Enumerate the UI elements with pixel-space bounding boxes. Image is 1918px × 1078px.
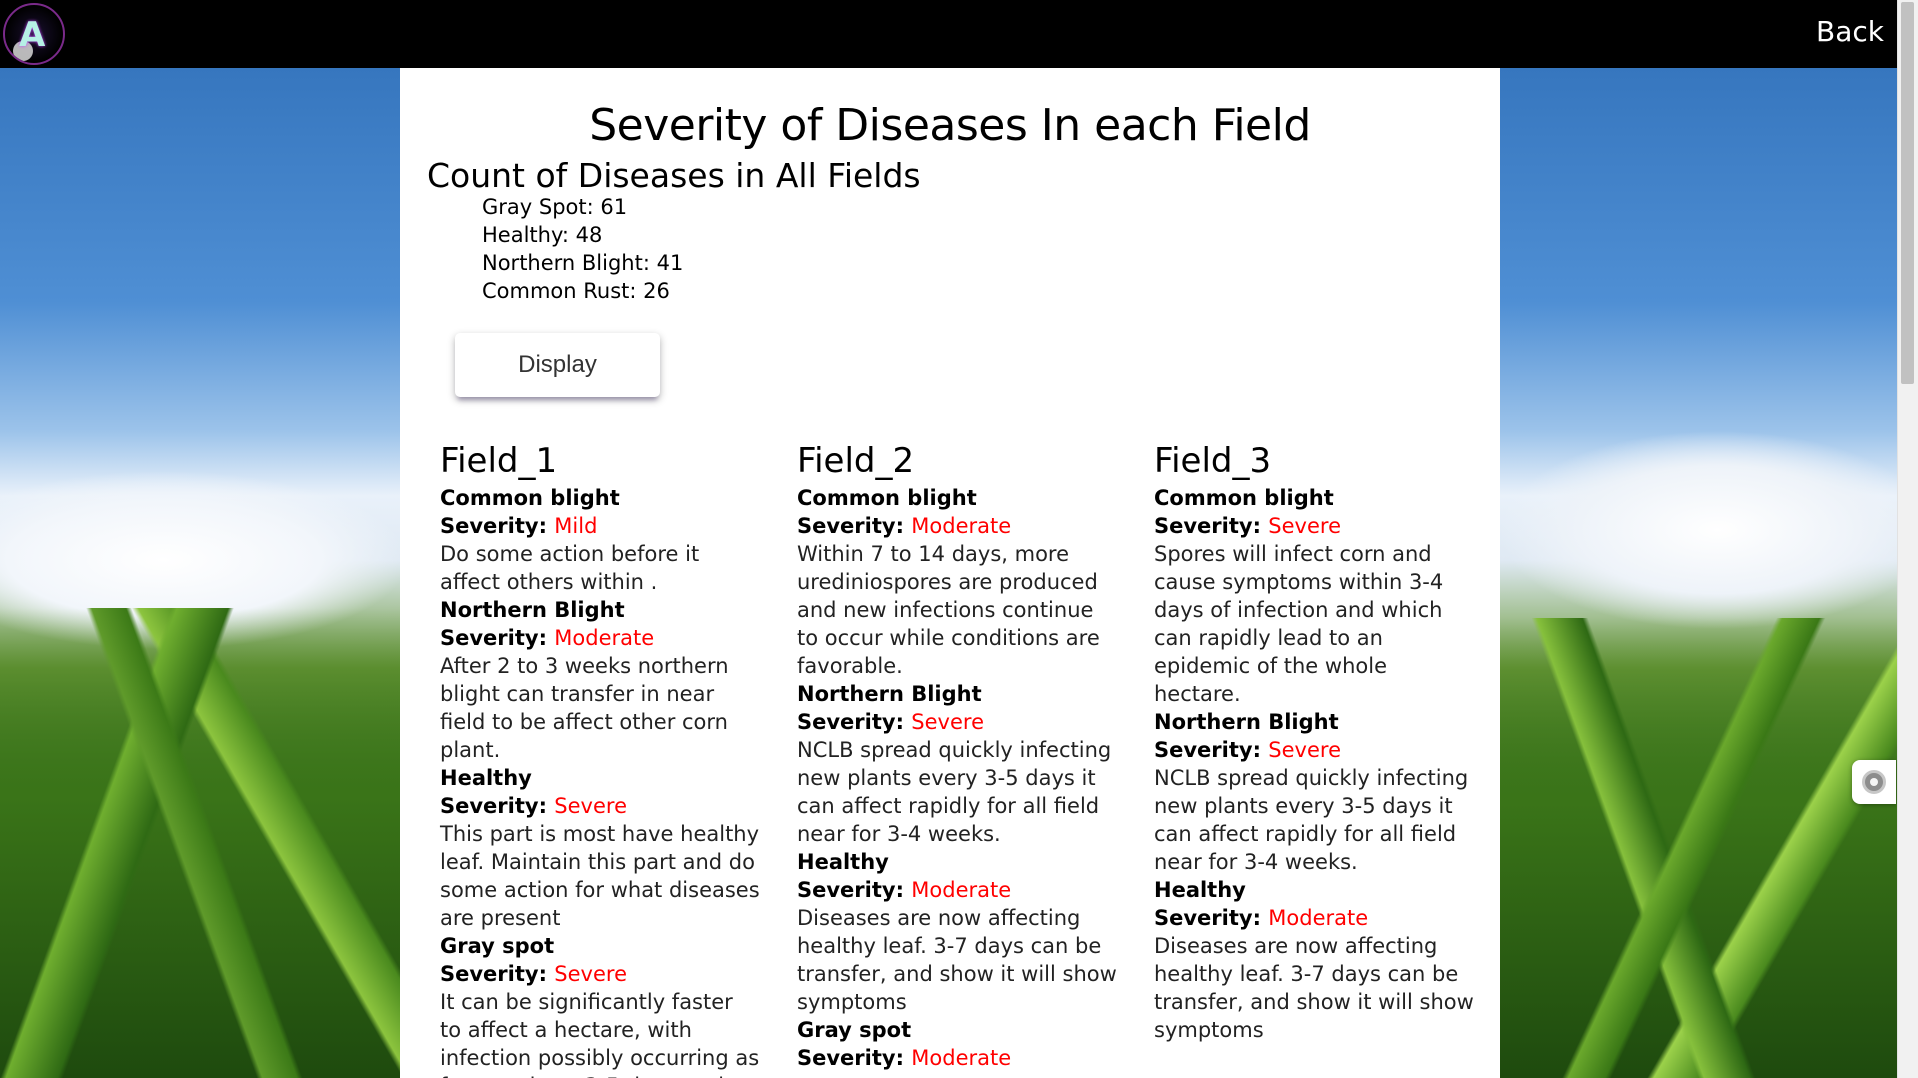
field-title: Field_3 bbox=[1154, 441, 1272, 481]
severity-value: Moderate bbox=[911, 514, 1012, 538]
severity-value: Severe bbox=[554, 962, 627, 986]
widget-ring-icon bbox=[1862, 770, 1886, 794]
disease-description: Within 7 to 14 days, more urediniospores… bbox=[797, 542, 1100, 678]
severity-label: Severity: bbox=[797, 878, 904, 902]
disease-description: After 2 to 3 weeks northern blight can t… bbox=[440, 654, 729, 762]
count-item: Common Rust: 26 bbox=[482, 279, 670, 303]
severity-label: Severity: bbox=[797, 1046, 904, 1070]
severity-value: Severe bbox=[554, 794, 627, 818]
severity-line: Severity: Moderate bbox=[797, 876, 1117, 904]
severity-line: Severity: Moderate bbox=[1154, 904, 1474, 932]
field-column-2: Field_2 Common blight Severity: Moderate… bbox=[797, 440, 1117, 1072]
severity-label: Severity: bbox=[440, 626, 547, 650]
field-title: Field_1 bbox=[440, 441, 558, 481]
top-navbar: A Back bbox=[0, 0, 1898, 68]
disease-count-list: Gray Spot: 61 Healthy: 48 Northern Bligh… bbox=[482, 193, 683, 305]
field-column-3: Field_3 Common blight Severity: Severe S… bbox=[1154, 440, 1474, 1044]
disease-name: Common blight bbox=[440, 486, 620, 510]
app-logo-icon[interactable]: A bbox=[3, 3, 65, 65]
background-corn-right bbox=[1500, 618, 1900, 1078]
severity-value: Moderate bbox=[1268, 906, 1369, 930]
severity-line: Severity: Severe bbox=[797, 708, 1117, 736]
disease-name: Healthy bbox=[797, 850, 889, 874]
background-cloud-right bbox=[1498, 430, 1898, 630]
disease-description: It can be significantly faster to affect… bbox=[440, 990, 760, 1078]
severity-line: Severity: Mild bbox=[440, 512, 760, 540]
severity-label: Severity: bbox=[1154, 738, 1261, 762]
disease-name: Healthy bbox=[440, 766, 532, 790]
severity-label: Severity: bbox=[1154, 906, 1261, 930]
severity-line: Severity: Moderate bbox=[440, 624, 760, 652]
disease-name: Northern Blight bbox=[440, 598, 625, 622]
field-column-1: Field_1 Common blight Severity: Mild Do … bbox=[440, 440, 760, 1078]
page-title: Severity of Diseases In each Field bbox=[589, 100, 1311, 151]
severity-value: Severe bbox=[1268, 738, 1341, 762]
count-item: Gray Spot: 61 bbox=[482, 195, 628, 219]
disease-name: Gray spot bbox=[797, 1018, 912, 1042]
page-scrollbar[interactable] bbox=[1897, 0, 1918, 1078]
severity-label: Severity: bbox=[440, 514, 547, 538]
scrollbar-thumb[interactable] bbox=[1901, 2, 1914, 384]
disease-description: Diseases are now affecting healthy leaf.… bbox=[797, 906, 1117, 1014]
severity-value: Severe bbox=[1268, 514, 1341, 538]
count-title: Count of Diseases in All Fields bbox=[427, 156, 921, 195]
severity-label: Severity: bbox=[440, 962, 547, 986]
severity-value: Mild bbox=[554, 514, 598, 538]
severity-line: Severity: Severe bbox=[1154, 736, 1474, 764]
fields-container: Field_1 Common blight Severity: Mild Do … bbox=[440, 440, 1500, 1078]
severity-value: Moderate bbox=[911, 1046, 1012, 1070]
severity-value: Moderate bbox=[554, 626, 655, 650]
count-item: Northern Blight: 41 bbox=[482, 251, 684, 275]
severity-value: Severe bbox=[911, 710, 984, 734]
severity-line: Severity: Moderate bbox=[797, 1044, 1117, 1072]
severity-label: Severity: bbox=[797, 514, 904, 538]
background-corn-left bbox=[0, 608, 400, 1078]
disease-name: Healthy bbox=[1154, 878, 1246, 902]
severity-line: Severity: Severe bbox=[1154, 512, 1474, 540]
severity-value: Moderate bbox=[911, 878, 1012, 902]
severity-label: Severity: bbox=[1154, 514, 1261, 538]
disease-name: Northern Blight bbox=[797, 682, 982, 706]
disease-description: Do some action before it affect others w… bbox=[440, 542, 700, 594]
severity-line: Severity: Severe bbox=[440, 960, 760, 988]
disease-name: Gray spot bbox=[440, 934, 555, 958]
disease-description: This part is most have healthy leaf. Mai… bbox=[440, 822, 760, 930]
back-link[interactable]: Back bbox=[1816, 15, 1884, 48]
severity-label: Severity: bbox=[797, 710, 904, 734]
severity-label: Severity: bbox=[440, 794, 547, 818]
display-button[interactable]: Display bbox=[455, 333, 660, 397]
disease-name: Common blight bbox=[1154, 486, 1334, 510]
disease-name: Northern Blight bbox=[1154, 710, 1339, 734]
severity-line: Severity: Moderate bbox=[797, 512, 1117, 540]
main-panel: Severity of Diseases In each Field Count… bbox=[400, 68, 1500, 1078]
disease-description: NCLB spread quickly infecting new plants… bbox=[797, 738, 1112, 846]
disease-description: Spores will infect corn and cause sympto… bbox=[1154, 542, 1444, 706]
disease-name: Common blight bbox=[797, 486, 977, 510]
chat-widget-icon[interactable] bbox=[1852, 760, 1896, 804]
count-item: Healthy: 48 bbox=[482, 223, 603, 247]
disease-description: Diseases are now affecting healthy leaf.… bbox=[1154, 934, 1474, 1042]
logo-letter: A bbox=[19, 15, 46, 55]
severity-line: Severity: Severe bbox=[440, 792, 760, 820]
disease-description: NCLB spread quickly infecting new plants… bbox=[1154, 766, 1469, 874]
field-title: Field_2 bbox=[797, 441, 915, 481]
